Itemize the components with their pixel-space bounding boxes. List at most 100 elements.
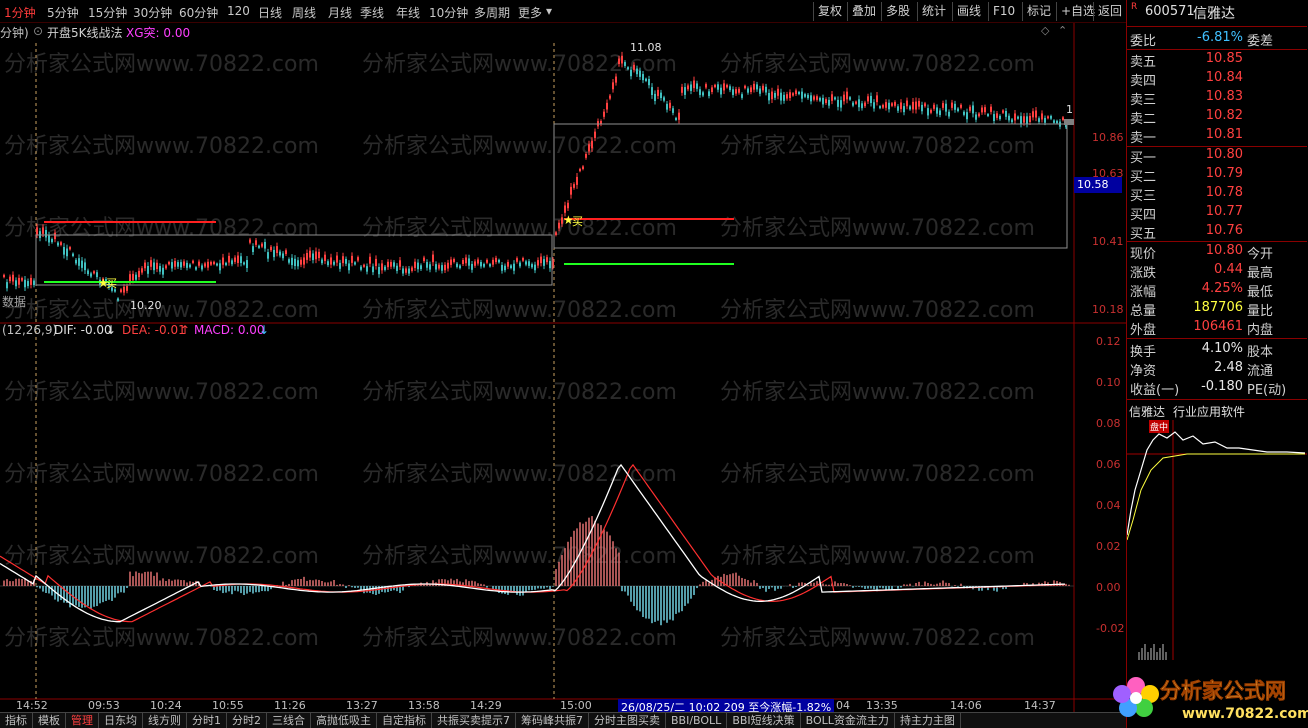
indicator-tab[interactable]: 管理 (66, 713, 99, 728)
candle-body (852, 102, 854, 106)
candle-body (435, 264, 437, 270)
candle-body (948, 111, 950, 117)
toolbar-button[interactable]: 标记 (1022, 2, 1055, 21)
candle-body (918, 100, 920, 107)
period-tab[interactable]: 周线 (292, 4, 316, 21)
indicator-tab[interactable]: BOLL资金流主力 (801, 713, 895, 728)
quote-panel: R 600571 信雅达 委比 -6.81% 委差 信雅达 行业应用软件 盘中 … (1126, 0, 1308, 728)
toolbar-button[interactable]: 复权 (813, 2, 846, 21)
candle-body (720, 87, 722, 95)
no-data-label: 数据 (2, 295, 27, 309)
candle-body (690, 84, 692, 91)
period-tab[interactable]: 5分钟 (47, 4, 79, 21)
chart-area[interactable]: 分析家公式网www.70822.com 分析家公式网www.70822.com 分析… (0, 23, 1126, 728)
candle-body (6, 282, 8, 289)
period-tab[interactable]: 季线 (360, 4, 384, 21)
diamond-icon[interactable]: ◇ (1041, 24, 1049, 37)
indicator-tab[interactable]: 分时1 (187, 713, 227, 728)
candle-body (1008, 115, 1010, 121)
indicator-tab[interactable]: BBI/BOLL (666, 713, 728, 728)
period-tab[interactable]: 15分钟 (88, 4, 127, 21)
quote-label-2: PE(动) (1247, 383, 1287, 398)
indicator-tab[interactable]: 模板 (33, 713, 66, 728)
quote-value: 10.82 (1205, 108, 1243, 123)
indicator-tab[interactable]: 分时2 (227, 713, 267, 728)
candle-body (177, 262, 179, 267)
watermark-text: 分析家公式网www.70822.com (720, 298, 1035, 323)
candle-body (633, 64, 635, 70)
quote-label: 现价 (1130, 247, 1157, 262)
candle-body (723, 83, 725, 91)
candle-body (204, 263, 206, 267)
candle-body (120, 289, 122, 292)
period-tab[interactable]: 1分钟 (4, 4, 36, 21)
indicator-tab[interactable]: 线方则 (143, 713, 187, 728)
candle-body (9, 276, 11, 282)
candle-body (1032, 111, 1034, 118)
candle-body (126, 286, 128, 291)
period-tab[interactable]: 120 (227, 4, 250, 18)
period-tab[interactable]: 30分钟 (133, 4, 172, 21)
candle-body (471, 263, 473, 270)
candle-body (1026, 116, 1028, 124)
time-label: 13:35 (866, 699, 898, 712)
toolbar-button[interactable]: 叠加 (847, 2, 880, 21)
indicator-tab[interactable]: 日东均 (99, 713, 143, 728)
candle-body (225, 262, 227, 266)
high-price-mark: 11.08 (630, 41, 662, 54)
candle-body (780, 92, 782, 101)
quote-value: 10.80 (1205, 243, 1243, 258)
indicator-tab[interactable]: 分时主图买卖 (589, 713, 666, 728)
candle-body (621, 55, 623, 64)
toolbar-button[interactable]: F10 (988, 2, 1019, 21)
indicator-tab[interactable]: 持主力主图 (895, 713, 961, 728)
candle-body (939, 110, 941, 116)
indicator-tab[interactable]: 共振买卖提示7 (432, 713, 516, 728)
time-label: 11:26 (274, 699, 306, 712)
period-tab[interactable]: 日线 (258, 4, 282, 21)
quote-row: 卖四 10.84 (1127, 69, 1307, 89)
candle-body (900, 102, 902, 110)
indicator-tab[interactable]: 指标 (0, 713, 33, 728)
quote-label: 买五 (1130, 227, 1157, 242)
collapse-icon[interactable]: ⌃ (1058, 24, 1067, 37)
candle-body (363, 264, 365, 267)
stock-name[interactable]: 信雅达 (1193, 3, 1235, 23)
toolbar-button[interactable]: 画线 (952, 2, 985, 21)
indicator-name[interactable]: 开盘5K线战法 (47, 24, 123, 41)
mini-tab-stock[interactable]: 信雅达 (1129, 403, 1165, 420)
indicator-tab[interactable]: BBI短线决策 (727, 713, 801, 728)
quote-value: -0.180 (1201, 379, 1243, 394)
period-tab[interactable]: 更多 (518, 4, 542, 21)
stock-code[interactable]: 600571 (1145, 4, 1195, 19)
toolbar-button[interactable]: 返回 (1093, 2, 1126, 21)
candle-body (960, 104, 962, 108)
toolbar-button[interactable]: 统计 (917, 2, 950, 21)
period-tab[interactable]: 多周期 (474, 4, 510, 21)
period-tab[interactable]: 月线 (328, 4, 352, 21)
candle-body (606, 102, 608, 110)
candle-body (822, 97, 824, 105)
candle-body (51, 239, 53, 243)
quote-value: 10.85 (1205, 51, 1243, 66)
candle-body (501, 264, 503, 271)
more-dropdown-icon[interactable]: ▾ (546, 4, 552, 18)
candle-body (630, 69, 632, 77)
indicator-tab[interactable]: 三线合 (267, 713, 311, 728)
chart-canvas[interactable]: 分析家公式网www.70822.com 分析家公式网www.70822.com 分析… (0, 23, 1126, 713)
period-tab[interactable]: 年线 (396, 4, 420, 21)
indicator-tab[interactable]: 自定指标 (377, 713, 432, 728)
toolbar-button[interactable]: 多股 (881, 2, 914, 21)
indicator-tab[interactable]: 高抛低吸主 (311, 713, 377, 728)
mini-tab-industry[interactable]: 行业应用软件 (1173, 403, 1245, 420)
candle-body (210, 261, 212, 265)
candle-body (15, 280, 17, 287)
indicator-switch-icon[interactable]: ⊙ (33, 24, 43, 38)
indicator-tab[interactable]: 筹码峰共振7 (516, 713, 589, 728)
candle-body (936, 107, 938, 114)
candle-body (873, 102, 875, 109)
watermark-text: 分析家公式网www.70822.com (720, 52, 1035, 77)
period-tab[interactable]: 60分钟 (179, 4, 218, 21)
period-tab[interactable]: 10分钟 (429, 4, 468, 21)
candle-body (549, 261, 551, 269)
